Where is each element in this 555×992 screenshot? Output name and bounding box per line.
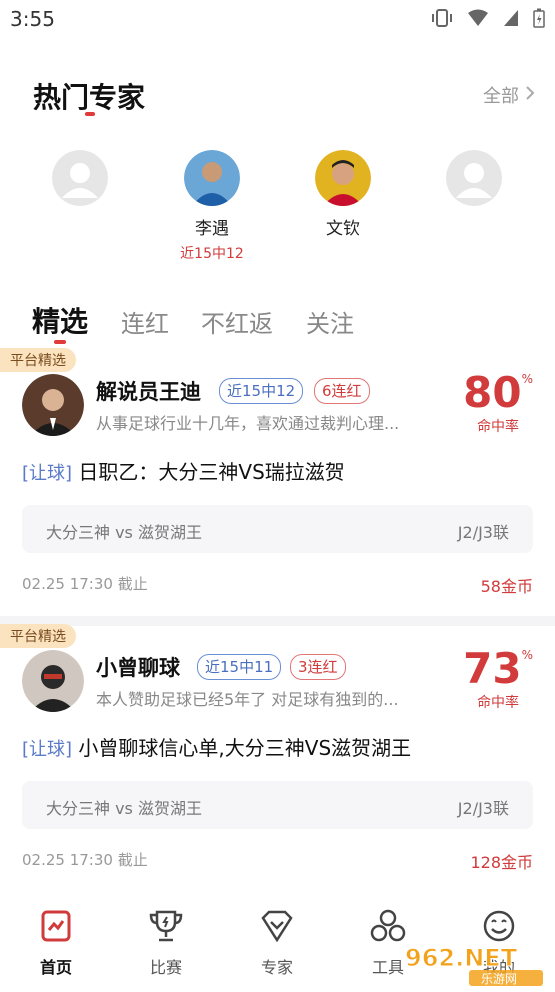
author-avatar xyxy=(22,374,84,436)
battery-icon xyxy=(533,8,545,32)
tip-type: [让球] xyxy=(22,739,73,760)
hit-rate-percent: % xyxy=(521,648,533,662)
wifi-icon xyxy=(467,9,489,31)
status-icons xyxy=(431,8,545,32)
nav-match[interactable]: 比赛 xyxy=(126,908,206,978)
tip-headline[interactable]: [让球] 小曾聊球信心单,大分三神VS滋贺湖王 xyxy=(22,732,411,761)
title-underline xyxy=(85,112,95,116)
recommendation-card[interactable]: 平台精选 解说员王迪 近15中12 6连红 从事足球行业十几年，喜欢通过裁判心理… xyxy=(0,348,555,616)
tip-type: [让球] xyxy=(22,463,73,484)
tools-circles-icon xyxy=(348,908,428,944)
expert-name: 文钦 xyxy=(326,219,360,239)
expert-avatar xyxy=(315,150,371,206)
platform-pick-badge: 平台精选 xyxy=(0,624,76,648)
match-teams: 大分三神 vs 滋贺湖王 xyxy=(46,523,202,542)
record-tag: 近15中12 xyxy=(219,378,304,404)
deadline: 02.25 17:30 截止 xyxy=(22,851,148,869)
streak-tag: 3连红 xyxy=(290,654,346,680)
status-time: 3:55 xyxy=(10,7,55,31)
nav-experts[interactable]: 专家 xyxy=(237,908,317,978)
hit-rate-value: 80 xyxy=(463,368,522,417)
platform-pick-badge: 平台精选 xyxy=(0,348,76,372)
match-league: J2/J3联 xyxy=(457,799,509,818)
match-league: J2/J3联 xyxy=(457,523,509,542)
author-desc: 本人赞助足球已经5年了 对足球有独到的... xyxy=(96,690,399,709)
author-desc: 从事足球行业十几年，喜欢通过裁判心理... xyxy=(96,414,400,433)
author-avatar xyxy=(22,650,84,712)
expert-item[interactable] xyxy=(424,150,524,214)
tab-indicator xyxy=(54,340,66,344)
match-info-box[interactable]: 大分三神 vs 滋贺湖王 J2/J3联 xyxy=(22,505,533,553)
author-name: 解说员王迪 xyxy=(96,380,201,404)
home-chart-icon xyxy=(16,908,96,944)
vibrate-icon xyxy=(431,8,453,32)
tab-follow[interactable]: 关注 xyxy=(306,304,354,339)
trophy-icon xyxy=(126,908,206,944)
tip-title: 小曾聊球信心单,大分三神VS滋贺湖王 xyxy=(72,736,412,760)
status-bar: 3:55 xyxy=(0,0,555,40)
nav-label: 专家 xyxy=(260,958,293,977)
tab-selected[interactable]: 精选 xyxy=(32,300,88,340)
streak-tag: 6连红 xyxy=(314,378,370,404)
tab-bar: 精选 连红 不红返 关注 xyxy=(0,300,555,350)
view-all-label: 全部 xyxy=(483,86,519,107)
match-teams: 大分三神 vs 滋贺湖王 xyxy=(46,799,202,818)
nav-label: 比赛 xyxy=(149,958,182,977)
signal-icon xyxy=(503,9,519,31)
view-all-link[interactable]: 全部 xyxy=(483,82,535,108)
expert-name: 李遇 xyxy=(195,219,229,239)
default-avatar-icon xyxy=(446,150,502,206)
expert-item[interactable]: 文钦 xyxy=(293,150,393,243)
expert-stat: 近15中12 xyxy=(180,246,244,262)
hit-rate-value: 73 xyxy=(463,644,522,693)
author-name: 小曾聊球 xyxy=(96,656,180,680)
record-tag: 近15中11 xyxy=(197,654,282,680)
svg-text:962.NET: 962.NET xyxy=(405,944,518,972)
expert-avatar xyxy=(184,150,240,206)
experts-row: 李遇 近15中12 文钦 xyxy=(0,150,555,270)
chevron-right-icon xyxy=(525,85,535,106)
expert-item[interactable]: 李遇 近15中12 xyxy=(162,150,262,263)
hot-experts-header: 热门专家 全部 xyxy=(0,70,555,120)
site-watermark: 962.NET 乐游网 xyxy=(399,940,549,988)
hit-rate-label: 命中率 xyxy=(477,695,520,711)
nav-home[interactable]: 首页 xyxy=(16,908,96,978)
tip-headline[interactable]: [让球] 日职乙：大分三神VS瑞拉滋贺 xyxy=(22,456,345,485)
recommendation-card[interactable]: 平台精选 小曾聊球 近15中11 3连红 本人赞助足球已经5年了 对足球有独到的… xyxy=(0,624,555,892)
hit-rate: 73% 命中率 xyxy=(463,648,533,712)
deadline: 02.25 17:30 截止 xyxy=(22,575,148,593)
hit-rate: 80% 命中率 xyxy=(463,372,533,436)
hit-rate-percent: % xyxy=(521,372,533,386)
price: 58金币 xyxy=(480,577,533,596)
default-avatar-icon xyxy=(52,150,108,206)
nav-label: 首页 xyxy=(39,958,72,977)
tab-streak[interactable]: 连红 xyxy=(121,304,169,339)
hit-rate-label: 命中率 xyxy=(477,419,520,435)
svg-text:乐游网: 乐游网 xyxy=(481,972,517,986)
tab-refund[interactable]: 不红返 xyxy=(201,304,273,339)
tip-title: 日职乙：大分三神VS瑞拉滋贺 xyxy=(72,460,345,484)
match-info-box[interactable]: 大分三神 vs 滋贺湖王 J2/J3联 xyxy=(22,781,533,829)
expert-item[interactable] xyxy=(30,150,130,214)
diamond-badge-icon xyxy=(237,908,317,944)
price: 128金币 xyxy=(470,853,533,872)
section-title: 热门专家 xyxy=(33,81,146,114)
smiley-icon xyxy=(459,908,539,944)
